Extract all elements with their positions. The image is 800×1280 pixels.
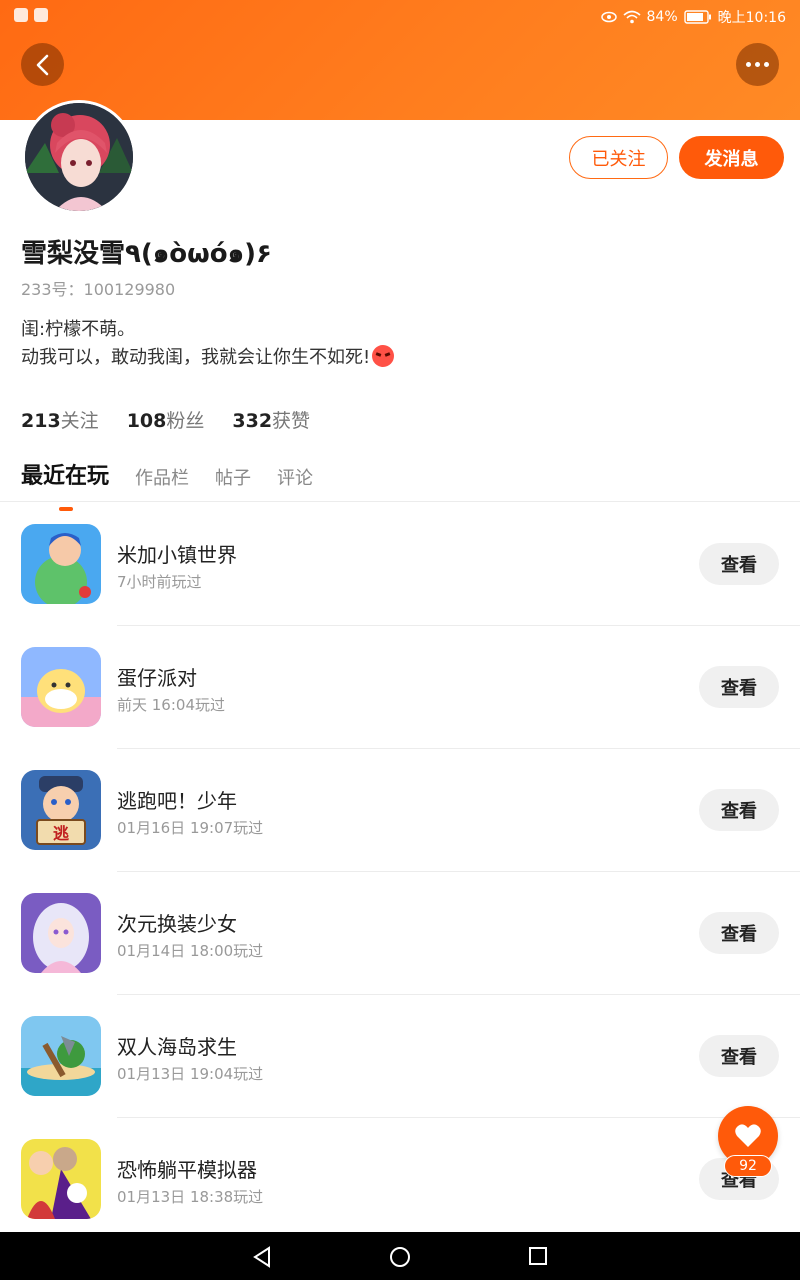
game-icon-eggy-party: [21, 647, 101, 727]
list-item[interactable]: 双人海岛求生 01月13日 19:04玩过 查看: [0, 995, 800, 1118]
view-button[interactable]: 查看: [699, 666, 779, 708]
status-indicators: 84% 晚上10:16: [600, 7, 786, 27]
nav-back-icon[interactable]: [252, 1246, 272, 1268]
app-notification-icon: [34, 8, 48, 22]
tab-works[interactable]: 作品栏: [135, 464, 189, 494]
battery-percent: 84%: [646, 9, 678, 25]
game-icon-art: [21, 1139, 101, 1219]
nav-recents-icon[interactable]: [528, 1246, 548, 1266]
game-icon-horror-lie-flat: [21, 1139, 101, 1219]
game-icon-run-boy: 逃: [21, 770, 101, 850]
list-item[interactable]: 恐怖躺平模拟器 01月13日 18:38玩过 查看: [0, 1118, 800, 1241]
view-button[interactable]: 查看: [699, 912, 779, 954]
status-time: 晚上10:16: [717, 10, 786, 26]
status-bar: 84% 晚上10:16: [0, 0, 800, 32]
stat-fans[interactable]: 108粉丝: [127, 406, 205, 433]
game-name: 米加小镇世界: [117, 543, 237, 567]
more-dot-icon: [755, 62, 760, 67]
more-dot-icon: [764, 62, 769, 67]
app-notification-icon: [14, 8, 28, 22]
stat-following[interactable]: 213关注: [21, 406, 99, 433]
game-icon-dimension-dressup: [21, 893, 101, 973]
tab-recently-played[interactable]: 最近在玩: [21, 458, 110, 511]
battery-icon: [683, 10, 711, 24]
bio-line: 动我可以，敢动我闺，我就会让你生不如死!: [21, 347, 371, 368]
stat-label: 关注: [60, 410, 99, 432]
list-item[interactable]: 逃 逃跑吧！少年 01月16日 19:07玩过 查看: [0, 749, 800, 872]
back-button[interactable]: [21, 43, 64, 86]
stat-value: 332: [232, 410, 273, 432]
game-icon-art: [21, 524, 101, 604]
tab-label: 最近在玩: [21, 464, 110, 489]
tabs-divider: [0, 501, 800, 502]
last-played-time: 01月13日 18:38玩过: [117, 1188, 264, 1206]
game-name: 逃跑吧！少年: [117, 789, 237, 813]
last-played-time: 01月13日 19:04玩过: [117, 1065, 264, 1083]
recent-games-list: 米加小镇世界 7小时前玩过 查看 蛋仔派对 前天 16:04玩过 查看 逃 逃跑…: [0, 503, 800, 1241]
stat-value: 213: [21, 410, 61, 432]
list-item[interactable]: 蛋仔派对 前天 16:04玩过 查看: [0, 626, 800, 749]
more-options-button[interactable]: [736, 43, 779, 86]
nav-home-icon[interactable]: [389, 1246, 411, 1268]
heart-icon: [735, 1124, 761, 1147]
profile-tabs: 最近在玩 作品栏 帖子 评论: [21, 458, 313, 511]
profile-stats: 213关注 108粉丝 332获赞: [21, 406, 310, 433]
stat-value: 108: [126, 410, 167, 432]
like-count-badge: 92: [724, 1155, 772, 1177]
tab-posts[interactable]: 帖子: [215, 464, 251, 494]
avatar[interactable]: [22, 100, 136, 214]
user-id: 233号：100129980: [21, 280, 176, 299]
wifi-icon: [622, 10, 641, 24]
send-message-button[interactable]: 发消息: [679, 136, 784, 179]
game-name: 次元换装少女: [117, 912, 237, 936]
chevron-left-icon: [36, 54, 48, 75]
angry-face-emoji-icon: [372, 345, 395, 367]
bio-line: 闺:柠檬不萌。: [21, 319, 136, 340]
profile-header-banner: 84% 晚上10:16: [0, 0, 800, 120]
last-played-time: 前天 16:04玩过: [117, 696, 225, 714]
game-icon-island-survival: [21, 1016, 101, 1096]
game-icon-miga-town: [21, 524, 101, 604]
game-icon-art: [21, 647, 101, 727]
game-name: 蛋仔派对: [117, 666, 197, 690]
list-item[interactable]: 米加小镇世界 7小时前玩过 查看: [0, 503, 800, 626]
game-icon-art: 逃: [21, 770, 101, 850]
stat-label: 粉丝: [166, 410, 205, 432]
stat-label: 获赞: [272, 410, 311, 432]
username: 雪梨没雪٩(๑òωó๑)۶: [21, 239, 272, 269]
avatar-illustration-icon: [25, 103, 133, 211]
game-name: 双人海岛求生: [117, 1035, 237, 1059]
game-icon-art: [21, 893, 101, 973]
game-icon-label: 逃: [53, 824, 70, 843]
more-dot-icon: [746, 62, 751, 67]
last-played-time: 01月16日 19:07玩过: [117, 819, 264, 837]
status-app-icons: [14, 8, 48, 22]
game-name: 恐怖躺平模拟器: [117, 1158, 257, 1182]
following-button[interactable]: 已关注: [569, 136, 668, 179]
bio-line-with-emoji: 动我可以，敢动我闺，我就会让你生不如死!: [21, 344, 395, 372]
view-button[interactable]: 查看: [699, 789, 779, 831]
last-played-time: 7小时前玩过: [117, 573, 202, 591]
last-played-time: 01月14日 18:00玩过: [117, 942, 264, 960]
stat-likes: 332获赞: [232, 406, 310, 433]
system-nav-bar: [0, 1232, 800, 1280]
view-button[interactable]: 查看: [699, 543, 779, 585]
list-item[interactable]: 次元换装少女 01月14日 18:00玩过 查看: [0, 872, 800, 995]
view-button[interactable]: 查看: [699, 1035, 779, 1077]
game-icon-art: [21, 1016, 101, 1096]
tab-comments[interactable]: 评论: [277, 464, 313, 494]
bio: 闺:柠檬不萌。 动我可以，敢动我闺，我就会让你生不如死!: [21, 316, 395, 372]
eye-icon: [600, 11, 617, 23]
